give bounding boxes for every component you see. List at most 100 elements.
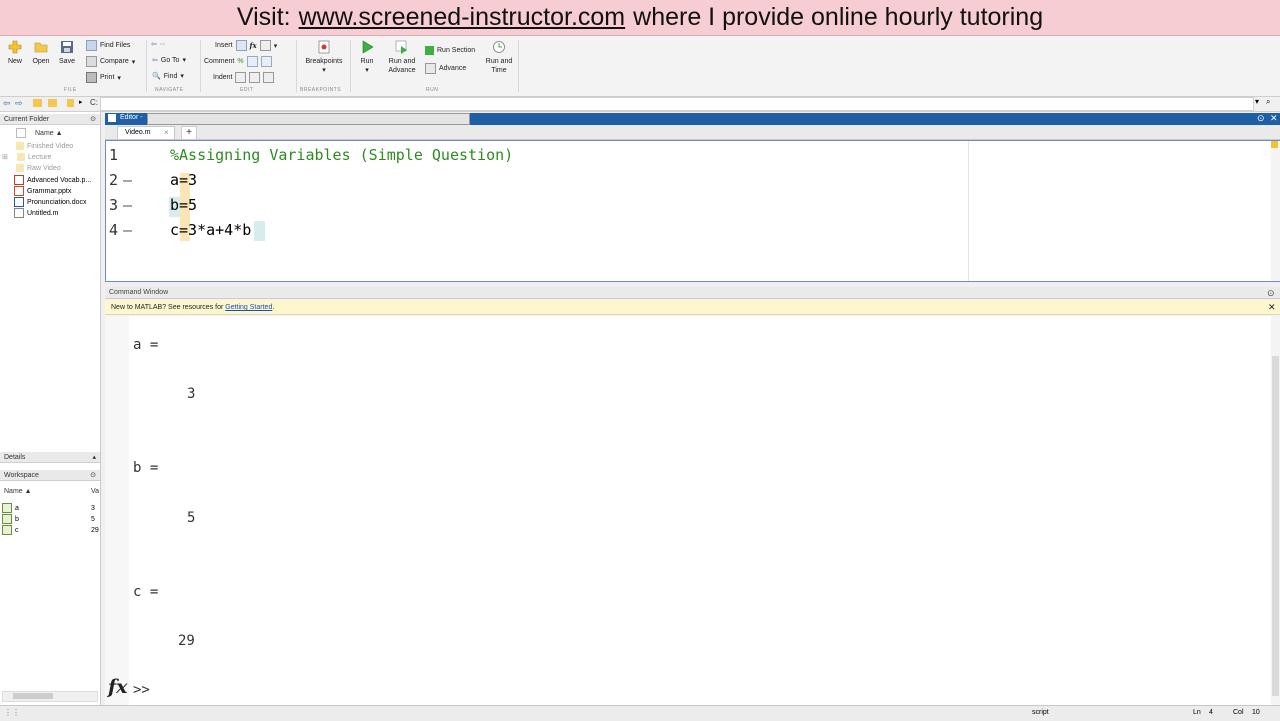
m-file-icon [14,208,24,218]
workspace-value-column[interactable]: Va [91,488,99,495]
list-item[interactable]: Advanced Vocab.p... [14,175,91,185]
var-value: 29 [91,526,99,534]
print-button[interactable]: Print ▾ [86,72,121,83]
panel-actions-icon[interactable]: ⊙ [90,114,96,125]
run-button[interactable]: Run ▾ [356,40,378,75]
go-to-icon: ⇦ [152,57,158,64]
list-item[interactable]: Untitled.m [14,208,59,218]
run-section-button[interactable]: Run Section [425,46,475,55]
command-prompt[interactable]: >> [133,682,150,698]
code-line[interactable]: a=3 [170,171,197,189]
output-value: 29 [178,633,195,649]
folder-icon [16,142,24,150]
go-to-label: Go To [160,56,180,64]
compare-button[interactable]: Compare ▾ [86,56,135,67]
scrollbar-thumb[interactable] [13,693,53,699]
getting-started-link[interactable]: Getting Started [225,304,272,311]
add-tab-button[interactable]: + [181,126,197,140]
breakpoint-marker[interactable]: — [123,171,132,189]
table-row[interactable]: b5 [2,514,98,524]
file-name: Grammar.pptx [27,187,72,195]
find-files-button[interactable]: Find Files [86,40,130,51]
code-line[interactable]: b=5 [170,196,197,214]
panel-actions-icon[interactable]: ⊙ [1257,113,1265,124]
code-analyzer-indicator-icon[interactable] [1271,141,1278,148]
editor-title: Editor - [120,114,143,121]
table-row[interactable]: a3 [2,503,98,513]
close-icon[interactable]: ✕ [1270,113,1278,124]
close-icon[interactable]: ✕ [1268,300,1276,315]
workspace-name-column[interactable]: Name ▲ [4,488,32,495]
insert-function-icon [259,40,271,51]
variable-icon [2,514,12,524]
list-item[interactable]: Grammar.pptx [14,186,71,196]
root-folder-icon [67,99,74,107]
folder-up-icon[interactable] [33,99,42,107]
breakpoints-button[interactable]: Breakpoints ▾ [302,40,346,75]
run-section-label: Run Section [437,47,476,54]
banner-url[interactable]: www.screened-instructor.com [299,3,626,32]
find-button[interactable]: 🔍 Find ▾ [152,72,184,81]
close-tab-icon[interactable]: × [164,128,169,137]
divider [200,40,201,92]
back-forward-nav[interactable]: ⇦ ⇨ [151,40,166,48]
expand-icon[interactable]: ⊞ [2,153,14,161]
run-and-advance-button[interactable]: Run and Advance [386,40,418,75]
code-line[interactable]: %Assigning Variables (Simple Question) [170,146,513,164]
workspace-name-label: Name ▲ [4,488,32,495]
go-to-button[interactable]: ⇦ Go To ▾ [152,56,186,65]
vertical-scrollbar[interactable] [1271,316,1280,705]
fx-icon[interactable]: fx [108,676,128,698]
notice-text: New to MATLAB? See resources for [111,304,226,311]
selection-highlight [254,221,265,241]
indent-button[interactable]: Indent [213,72,275,83]
list-item[interactable]: Raw Video [16,164,61,172]
run-and-time-button[interactable]: Run and Time [484,40,514,75]
browse-folder-icon[interactable] [48,99,57,107]
path-input[interactable] [100,97,1254,111]
tab-video-m[interactable]: Video.m × [117,126,175,139]
name-column-header[interactable]: Name ▲ [16,128,63,138]
search-icon[interactable]: ⌕ [1266,97,1270,107]
output-label: c = [133,584,159,600]
chevron-up-icon[interactable]: ▴ [92,452,96,463]
variable-icon [2,503,12,513]
breakpoint-marker[interactable]: — [123,196,132,214]
file-name: Advanced Vocab.p... [27,176,92,184]
list-item[interactable]: ⊞ Lecture [2,153,51,161]
code-editor[interactable]: 1 %Assigning Variables (Simple Question)… [105,140,1280,282]
file-name: Pronunciation.docx [27,198,87,206]
details-header[interactable]: Details ▴ [0,452,100,463]
workspace-header: Workspace ⊙ [0,470,100,481]
editor-icon [108,114,116,122]
docx-file-icon [14,197,24,207]
advance-button[interactable]: Advance [425,63,466,74]
run-section-icon [425,46,434,55]
list-item[interactable]: Pronunciation.docx [14,197,87,207]
table-row[interactable]: c 29 [2,525,99,535]
scrollbar-thumb[interactable] [1272,356,1279,696]
comment-button[interactable]: Comment% [204,56,272,67]
horizontal-scrollbar[interactable] [2,691,98,702]
current-path[interactable]: C: [90,98,98,107]
new-button[interactable]: New [5,40,25,66]
insert-label: Insert [215,42,233,49]
command-window[interactable]: a = 3 b = 5 c = 29 fx >> [105,316,1280,705]
folder-name: Lecture [28,153,52,161]
chevron-down-icon[interactable]: ▾ [1255,97,1259,106]
current-folder-header: Current Folder ⊙ [0,114,100,125]
breakpoint-marker[interactable]: — [123,221,132,239]
code-line[interactable]: c=3*a+4*b [170,221,251,239]
list-item[interactable]: Finished Video [16,142,73,150]
run-group-label: RUN [426,87,439,93]
back-arrow-icon[interactable]: ⇦ [3,98,11,109]
forward-arrow-icon[interactable]: ⇨ [15,98,23,109]
save-button[interactable]: Save [57,40,77,66]
panel-actions-icon[interactable]: ⊙ [90,470,96,481]
folder-name: Raw Video [27,164,61,172]
divider [518,40,519,92]
vertical-scrollbar[interactable] [1271,141,1280,281]
open-button[interactable]: Open [31,40,51,66]
insert-button[interactable]: Insert fx ▾ [215,40,277,51]
panel-actions-icon[interactable]: ⊙ [1267,287,1275,299]
